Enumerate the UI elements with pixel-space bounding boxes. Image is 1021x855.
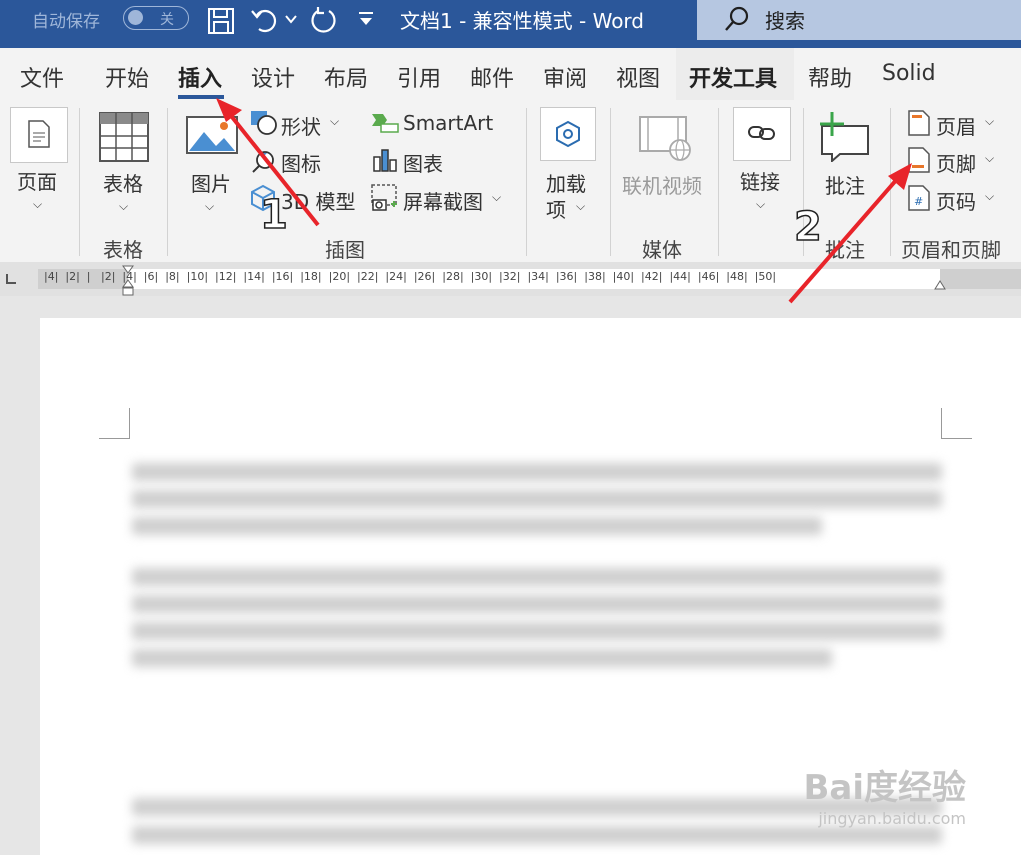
step-1-label: 1 <box>259 191 288 239</box>
watermark: Bai度经验 jingyan.baidu.com <box>803 760 966 828</box>
annotation-arrows <box>216 98 912 304</box>
step-2-label: 2 <box>793 203 822 251</box>
watermark-url: jingyan.baidu.com <box>818 809 966 828</box>
watermark-brand: Bai度经验 <box>803 768 966 808</box>
